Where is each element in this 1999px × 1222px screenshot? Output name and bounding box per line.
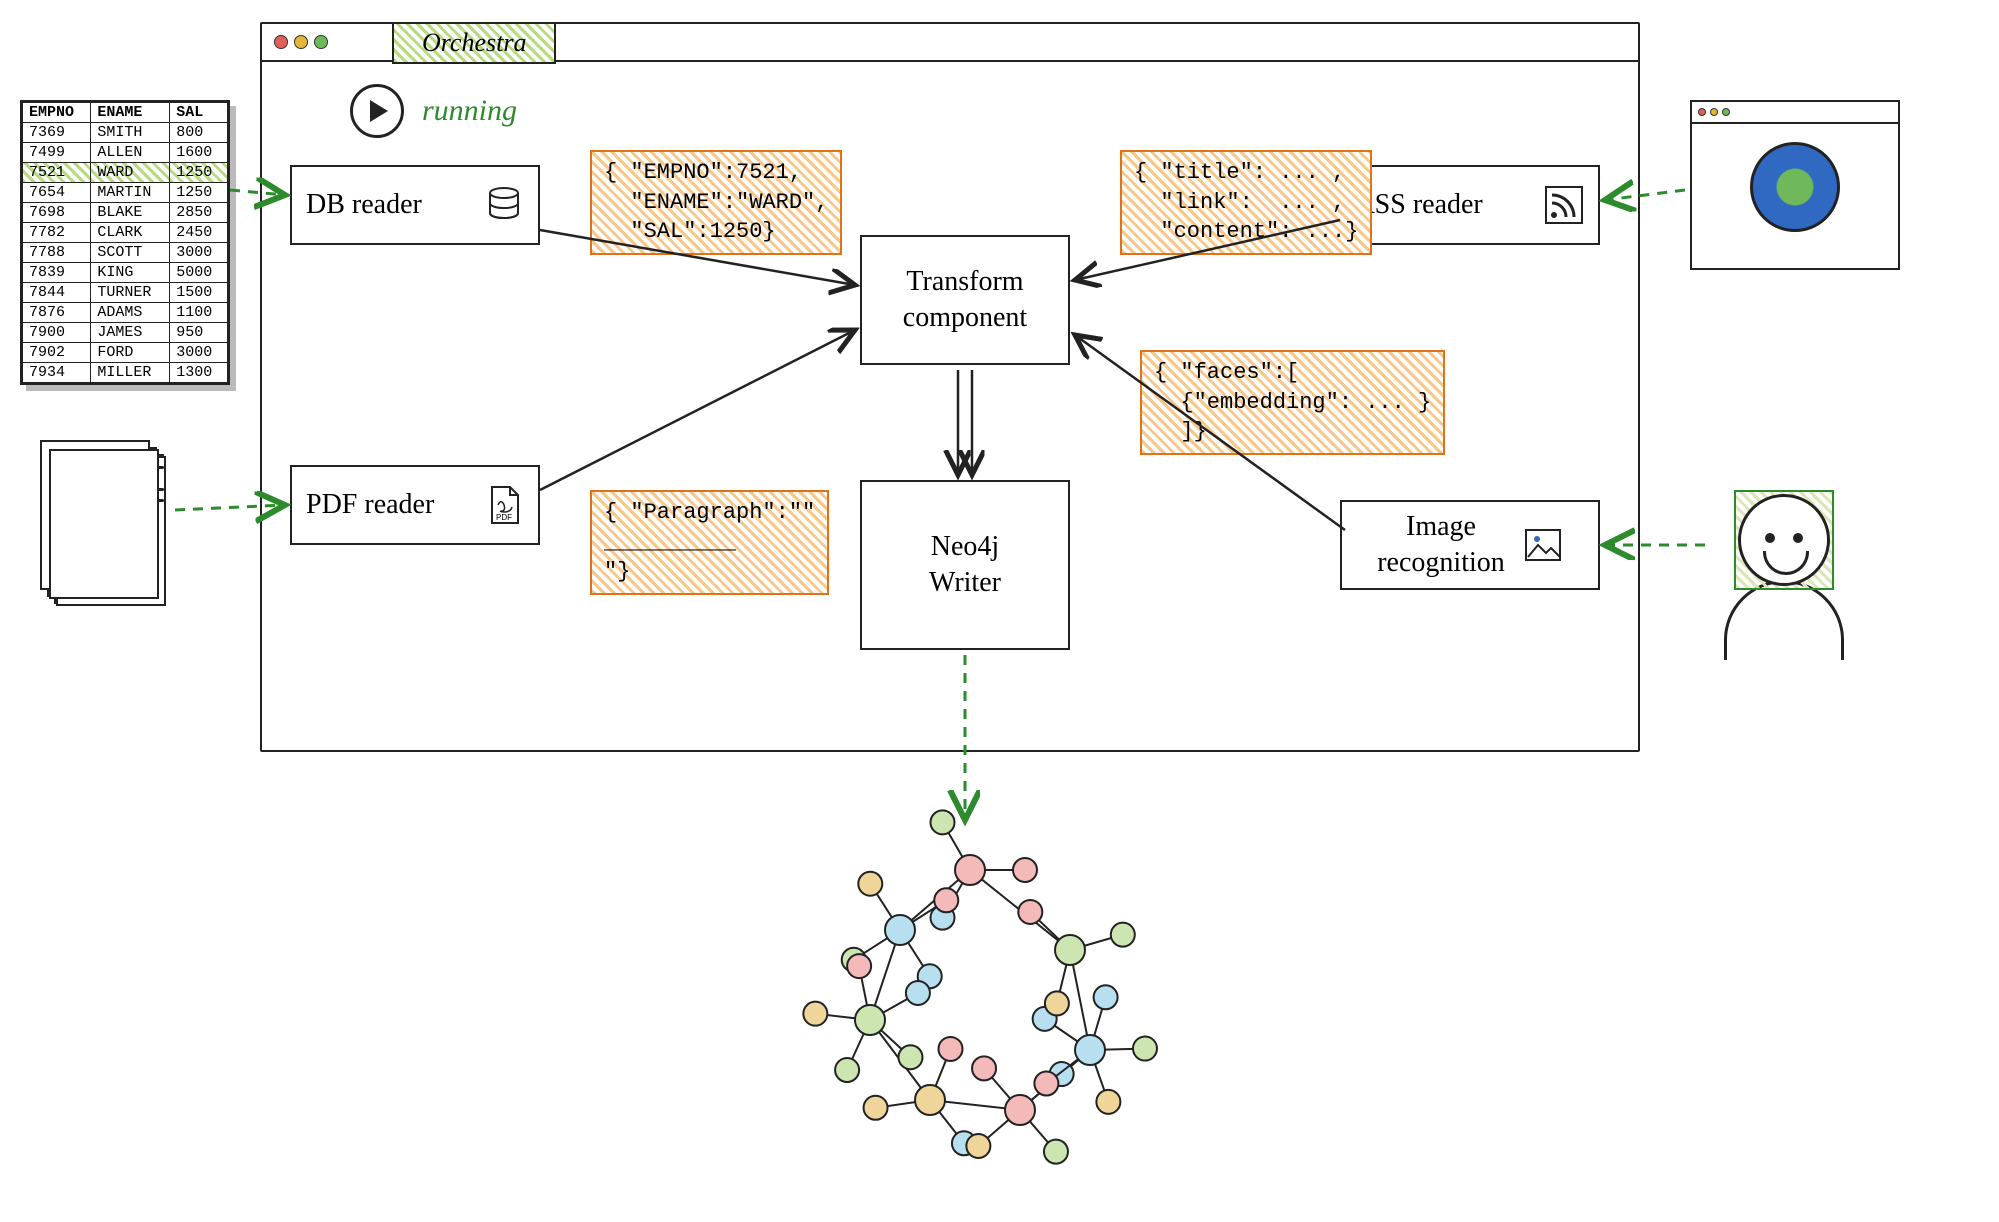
play-button[interactable]: [350, 84, 404, 138]
neo4j-writer-node[interactable]: Neo4j Writer: [860, 480, 1070, 650]
transform-node[interactable]: Transform component: [860, 235, 1070, 365]
source-face-image: [1710, 480, 1860, 670]
rss-icon: [1544, 185, 1584, 225]
rss-payload: { "title": ... , "link": ... , "content"…: [1120, 150, 1372, 255]
source-pdf-documents: [40, 440, 170, 610]
transform-label: Transform component: [903, 264, 1027, 337]
db-reader-label: DB reader: [306, 189, 422, 221]
zoom-dot-icon[interactable]: [314, 35, 328, 49]
app-title-tab: Orchestra: [392, 22, 556, 64]
pdf-payload: { "Paragraph":"" __________ "}: [590, 490, 829, 595]
minimize-dot-icon[interactable]: [294, 35, 308, 49]
database-icon: [484, 185, 524, 225]
source-web-window: [1690, 100, 1900, 270]
source-db-table: EMPNOENAMESAL 7369SMITH8007499ALLEN16007…: [20, 100, 230, 385]
pdf-reader-node[interactable]: PDF reader PDF: [290, 465, 540, 545]
svg-text:PDF: PDF: [496, 513, 512, 522]
close-dot-icon[interactable]: [274, 35, 288, 49]
globe-icon: [1750, 142, 1840, 232]
pdf-file-icon: PDF: [484, 485, 524, 525]
image-icon: [1523, 525, 1563, 565]
rss-reader-label: RSS reader: [1356, 189, 1483, 221]
status-label: running: [422, 94, 517, 128]
image-recognition-label: Image recognition: [1377, 509, 1505, 582]
image-recognition-node[interactable]: Image recognition: [1340, 500, 1600, 590]
neo4j-writer-label: Neo4j Writer: [929, 529, 1001, 602]
faces-payload: { "faces":[ {"embedding": ... } ]}: [1140, 350, 1445, 455]
db-reader-node[interactable]: DB reader: [290, 165, 540, 245]
rss-reader-node[interactable]: RSS reader: [1340, 165, 1600, 245]
db-payload: { "EMPNO":7521, "ENAME":"WARD", "SAL":12…: [590, 150, 842, 255]
output-graph: [770, 780, 1190, 1200]
pdf-reader-label: PDF reader: [306, 489, 434, 521]
